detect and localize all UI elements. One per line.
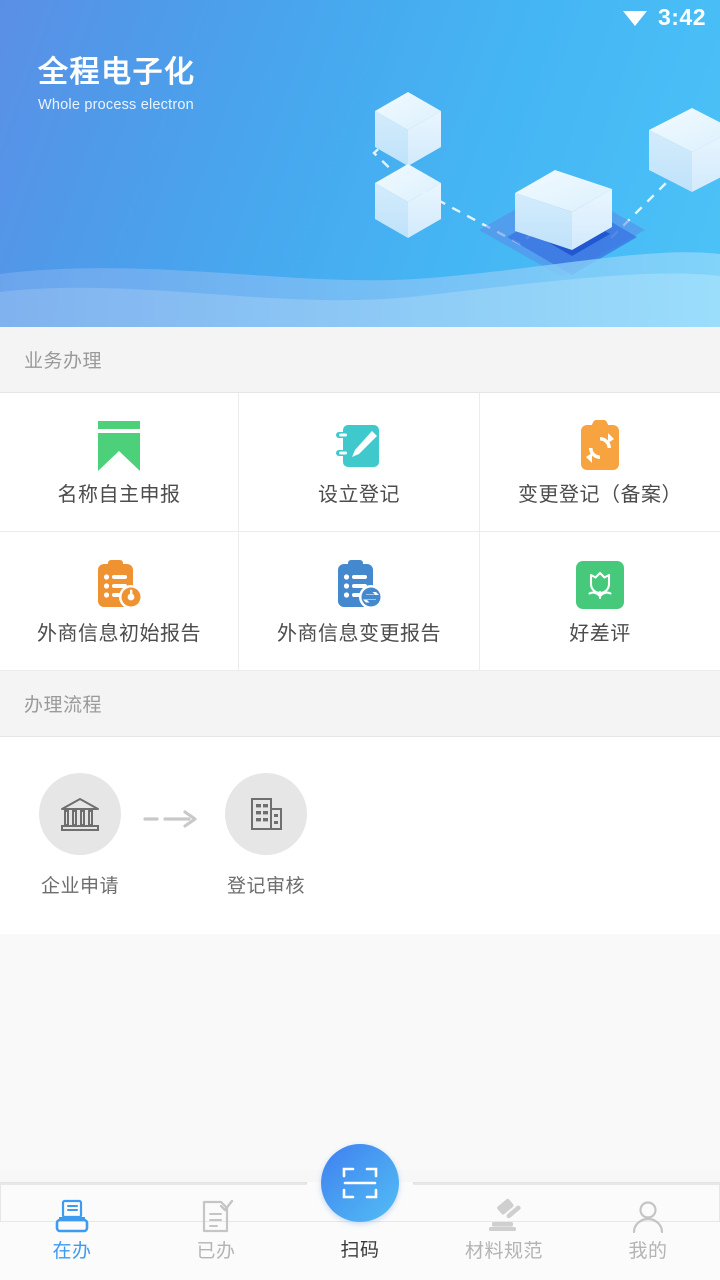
banner-heading-group: 全程电子化 Whole process electron [38,56,196,113]
service-label: 外商信息初始报告 [37,623,201,645]
bookmark-icon [94,419,144,473]
process-flow: 企业申请 登记审核 [0,737,720,934]
service-item-foreign-initial-report[interactable]: 外商信息初始报告 [0,532,239,671]
service-item-establishment-registration[interactable]: 设立登记 [239,393,480,532]
service-label: 名称自主申报 [57,484,181,506]
tab-label: 已办 [196,1241,236,1262]
tab-label: 扫码 [340,1240,380,1261]
status-bar: 3:42 [0,0,720,34]
user-icon [629,1197,667,1237]
service-item-service-review[interactable]: 好差评 [480,532,720,671]
tab-label: 在办 [52,1241,92,1262]
status-time: 3:42 [657,3,706,30]
building-icon [225,773,307,855]
notebook-pencil-icon [332,419,386,473]
service-item-name-declaration[interactable]: 名称自主申报 [0,393,239,532]
scan-frame-icon [342,1167,378,1199]
service-label: 设立登记 [318,484,400,506]
flow-step-label: 企业申请 [40,876,119,897]
flow-step-registration-review[interactable]: 登记审核 [222,773,310,898]
page-filler [0,934,720,1170]
wifi-icon [622,11,647,26]
service-label: 外商信息变更报告 [277,623,441,645]
flow-step-enterprise-application[interactable]: 企业申请 [36,773,124,898]
tab-scan[interactable]: 扫码 [288,1144,432,1280]
tab-profile[interactable]: 我的 [576,1183,720,1280]
scan-button[interactable] [321,1144,399,1222]
service-grid: 名称自主申报 设立登记 变更登记（备案） 外商信息初始报告 外商信息变更报告 好… [0,393,720,671]
dashed-arrow-icon [124,809,222,829]
tab-label: 我的 [628,1241,668,1262]
bottom-tab-bar: 在办 已办 扫码 材料规范 我的 [0,1144,720,1280]
business-section-header: 业务办理 [0,327,720,393]
flow-section-title: 办理流程 [24,695,103,716]
app-banner: 3:42 全程电子化 Whole process electron [0,0,720,327]
app-title: 全程电子化 [38,56,196,89]
app-subtitle: Whole process electron [38,96,194,113]
service-label: 好差评 [569,623,631,645]
gavel-icon [484,1197,524,1237]
bank-icon [39,773,121,855]
tab-in-progress[interactable]: 在办 [0,1183,144,1280]
tulip-icon [576,558,624,612]
tab-completed[interactable]: 已办 [144,1183,288,1280]
clipboard-clock-icon [92,558,146,612]
flow-step-label: 登记审核 [226,876,305,897]
printer-doc-icon [53,1197,91,1237]
business-section-title: 业务办理 [24,351,103,372]
banner-decoration-art [0,92,720,327]
tab-material-specification[interactable]: 材料规范 [432,1183,576,1280]
service-item-foreign-change-report[interactable]: 外商信息变更报告 [239,532,480,671]
flow-section-header: 办理流程 [0,671,720,737]
tab-label: 材料规范 [464,1241,543,1262]
clipboard-refresh-icon [577,419,623,473]
service-item-change-registration[interactable]: 变更登记（备案） [480,393,720,532]
service-label: 变更登记（备案） [518,484,682,506]
doc-check-icon [197,1197,235,1237]
clipboard-exchange-icon [332,558,386,612]
